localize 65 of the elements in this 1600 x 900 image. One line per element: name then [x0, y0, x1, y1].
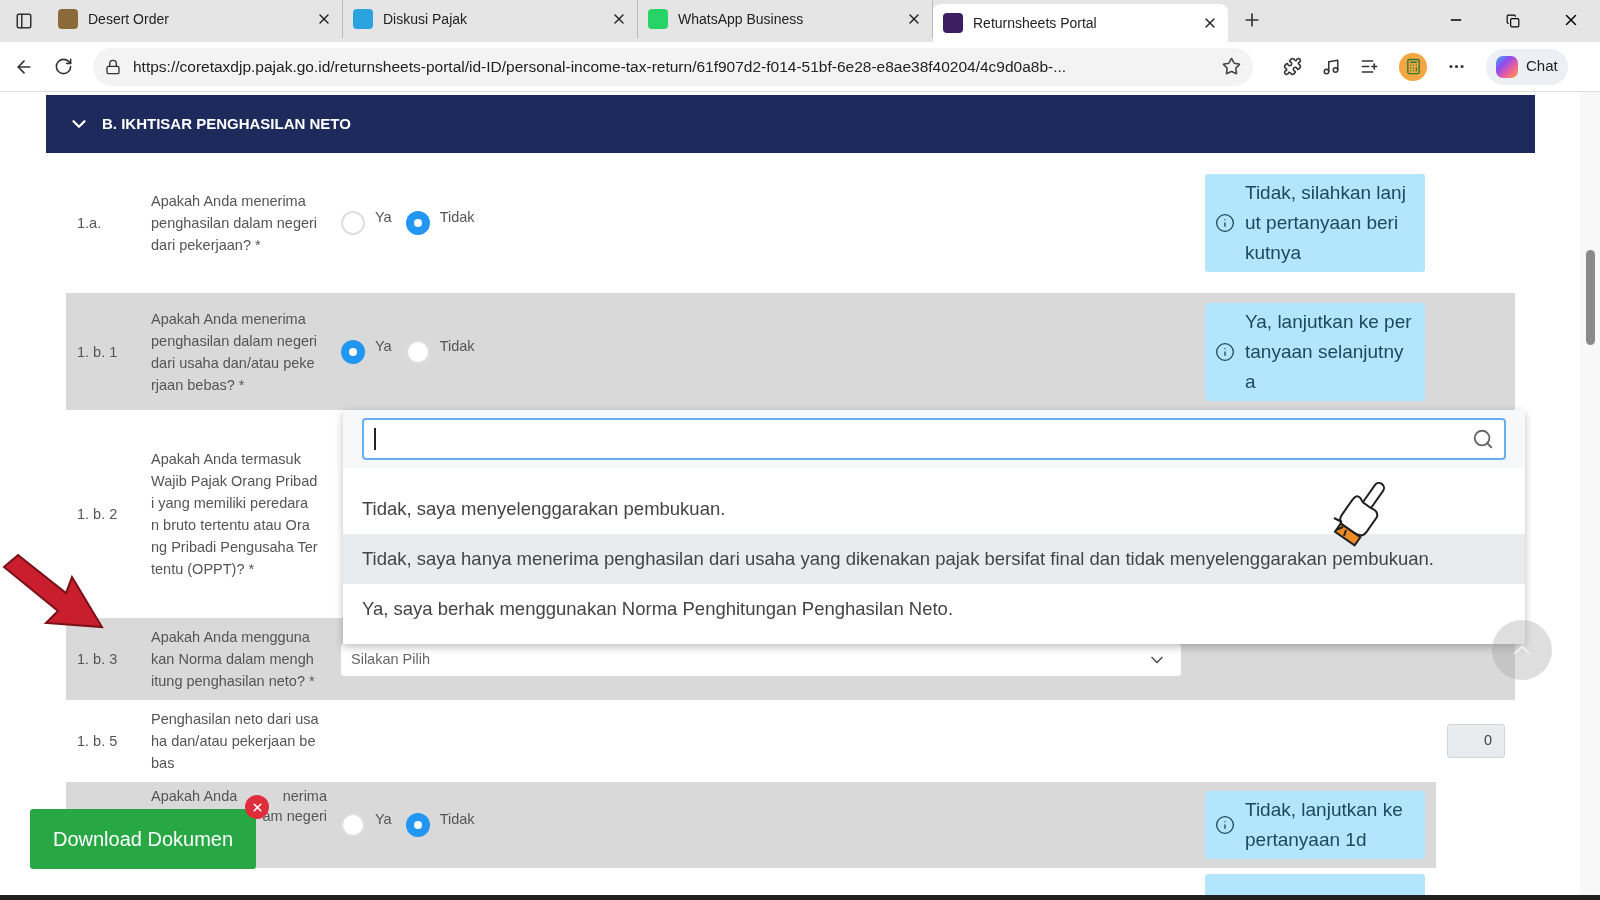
- radio-label: Tidak: [439, 336, 475, 356]
- lock-icon: [105, 58, 121, 75]
- tab-favicon-icon: [58, 9, 78, 29]
- radio-label: Ya: [375, 336, 392, 356]
- question-number: 1. b. 2: [77, 506, 118, 522]
- browser-tab[interactable]: WhatsApp Business: [638, 0, 933, 38]
- tab-favicon-icon: [943, 13, 963, 33]
- question-number: 1.a.: [77, 215, 102, 231]
- tab-title: WhatsApp Business: [678, 9, 805, 29]
- radio-label: Ya: [375, 208, 392, 227]
- section-header[interactable]: B. IKHTISAR PENGHASILAN NETO: [46, 95, 1535, 153]
- search-field[interactable]: [362, 418, 1506, 460]
- question-text: Apakah Anda menerima penghasilan dalam negeri dari pekerjaan? *: [151, 192, 319, 255]
- question-number: 1. b. 3: [77, 651, 118, 667]
- chat-button[interactable]: Chat: [1486, 48, 1568, 85]
- dropdown-option[interactable]: Tidak, saya menyelenggarakan pembukuan.: [343, 484, 1525, 534]
- radio-label: Ya: [375, 810, 392, 829]
- tab-title: Desert Order: [88, 9, 170, 29]
- info-icon: [1215, 213, 1235, 233]
- question-number: 1. b. 1: [77, 343, 118, 360]
- tab-favicon-icon: [648, 9, 668, 29]
- radio-label: Tidak: [439, 208, 475, 227]
- question-text: am negeri: [262, 807, 327, 826]
- scrollbar[interactable]: [1580, 92, 1600, 895]
- extensions-icon[interactable]: [1283, 57, 1302, 76]
- select-field[interactable]: Silakan Pilih: [341, 644, 1181, 676]
- restore-icon[interactable]: [1506, 14, 1520, 28]
- radio-button[interactable]: [405, 339, 430, 364]
- radio-button[interactable]: [341, 813, 365, 837]
- calculator-extension-icon[interactable]: [1399, 52, 1427, 81]
- copilot-icon: [1496, 55, 1518, 78]
- question-text: Apakah Anda termasuk Wajib Pajak Orang Pribad i yang memiliki peredara n bruto tertentu atau Ora ng Pribadi Pengusaha Ter tentu (OPPT)? *: [151, 450, 319, 579]
- search-icon: [1472, 428, 1494, 450]
- dropdown-option[interactable]: Tidak, saya hanya menerima penghasilan dari usaha yang dikenakan pajak bersifat final dan tidak menyelenggarakan pembukuan.: [343, 534, 1525, 584]
- radio-button[interactable]: [341, 339, 365, 364]
- address-bar[interactable]: https://coretaxdjp.pajak.go.id/returnsheets-portal/id-ID/personal-income-tax-return/61f907d2-f014-51bf-6e28-e8ae38f40204/4c9d0a8b-...: [93, 47, 1253, 86]
- info-text: Ya, lanjutkan ke per tanyaan selanjutny a: [1245, 309, 1412, 394]
- radio-button[interactable]: [405, 211, 430, 235]
- radio-label: Tidak: [439, 810, 475, 829]
- info-text: Tidak, silahkan lanj ut pertanyaan beri kutnya: [1245, 181, 1406, 265]
- browser-tab[interactable]: Desert Order: [48, 0, 343, 38]
- tab-title: Returnsheets Portal: [973, 13, 1098, 33]
- question-text: Penghasilan neto dari usa ha dan/atau pekerjaan be bas: [151, 710, 320, 773]
- number-field[interactable]: 0: [1447, 724, 1505, 758]
- info-icon: [1215, 341, 1235, 362]
- dropdown-option[interactable]: Ya, saya berhak menggunakan Norma Penghitungan Penghasilan Neto.: [343, 584, 1525, 634]
- info-text: Tidak, lanjutkan ke pertanyaan 1d: [1245, 798, 1403, 852]
- radio-button[interactable]: [341, 211, 365, 235]
- question-text: Apakah Anda: [151, 787, 238, 806]
- media-icon[interactable]: [1322, 57, 1340, 76]
- sidebar-icon[interactable]: [15, 12, 33, 30]
- tab-title: Diskusi Pajak: [383, 9, 469, 29]
- radio-button[interactable]: [405, 813, 430, 837]
- question-text: Apakah Anda menerima penghasilan dalam negeri dari usaha dan/atau peke rjaan bebas? *: [151, 309, 319, 395]
- question-text: Apakah Anda mengguna kan Norma dalam mengh itung penghasilan neto? *: [151, 628, 316, 691]
- browser-tab[interactable]: Returnsheets Portal: [933, 4, 1228, 42]
- info-icon: [1215, 815, 1235, 835]
- question-number: 1. b. 5: [77, 733, 118, 749]
- refresh-icon[interactable]: [54, 57, 73, 76]
- tab-favicon-icon: [353, 9, 373, 29]
- browser-tab[interactable]: Diskusi Pajak: [343, 0, 638, 38]
- url-text: https://coretaxdjp.pajak.go.id/returnsheets-portal/id-ID/personal-income-tax-return/61f907d2-f014-51bf-6e28-e8ae38f40204/4c9d0a8b-...: [133, 56, 1068, 77]
- question-text: nerima: [282, 787, 327, 806]
- favorite-star-icon[interactable]: [1222, 57, 1241, 76]
- favorites-icon[interactable]: [1360, 57, 1379, 76]
